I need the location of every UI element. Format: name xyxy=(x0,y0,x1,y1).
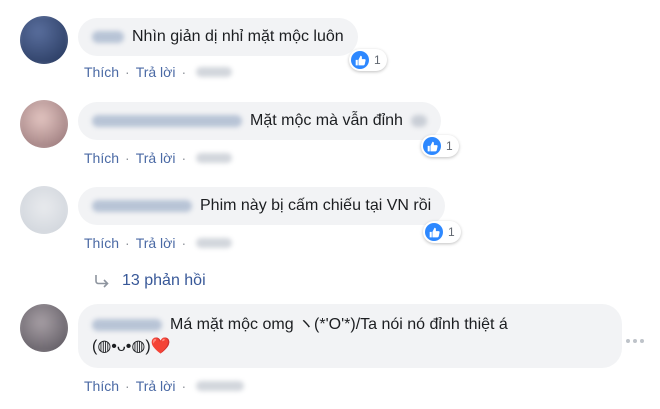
reaction-count-value: 1 xyxy=(446,139,453,153)
comment-bubble: Nhìn giản dị nhỉ mặt mộc luôn xyxy=(78,18,358,56)
timestamp-blurred[interactable] xyxy=(196,238,233,248)
comment-line-2: (◍•ᴗ•◍)❤️ xyxy=(92,336,171,358)
comment-text: Phim này bị cấm chiếu tại VN rồi xyxy=(200,197,432,214)
comment-bubble: Mặt mộc mà vẫn đỉnh xyxy=(78,102,441,140)
like-thumb-icon xyxy=(351,51,369,69)
more-options-icon[interactable] xyxy=(626,334,644,348)
separator-dot: · xyxy=(125,64,130,80)
separator-dot: · xyxy=(181,378,187,394)
avatar[interactable] xyxy=(20,304,68,352)
like-link[interactable]: Thích xyxy=(84,64,119,80)
view-replies-link[interactable]: 13 phản hồi xyxy=(94,272,206,290)
separator-dot: · xyxy=(125,378,130,394)
avatar[interactable] xyxy=(20,16,68,64)
timestamp-blurred[interactable] xyxy=(196,153,233,163)
separator-dot: · xyxy=(181,150,187,166)
author-name-blurred[interactable] xyxy=(92,200,192,212)
comment-emoji-text: (◍•ᴗ•◍)❤️ xyxy=(92,338,171,355)
comment-bubble: Má mặt mộc omg ヽ(*'O'*)/Ta nói nó đỉnh t… xyxy=(78,304,622,368)
comment-text: Nhìn giản dị nhỉ mặt mộc luôn xyxy=(132,28,344,45)
timestamp-blurred[interactable] xyxy=(196,381,245,391)
avatar[interactable] xyxy=(20,186,68,234)
separator-dot: · xyxy=(125,235,130,251)
timestamp-blurred[interactable] xyxy=(196,67,233,77)
comment-text: Mặt mộc mà vẫn đỉnh xyxy=(250,112,403,129)
reply-link[interactable]: Trả lời xyxy=(136,150,176,166)
separator-dot: · xyxy=(181,64,187,80)
like-link[interactable]: Thích xyxy=(84,235,119,251)
reply-arrow-icon xyxy=(94,274,110,288)
author-name-blurred[interactable] xyxy=(92,319,162,331)
separator-dot: · xyxy=(125,150,130,166)
reply-link[interactable]: Trả lời xyxy=(136,378,176,394)
author-name-blurred[interactable] xyxy=(92,31,124,43)
replies-count-label: 13 phản hồi xyxy=(122,272,206,289)
like-thumb-icon xyxy=(425,223,443,241)
like-thumb-icon xyxy=(423,137,441,155)
reaction-count[interactable]: 1 xyxy=(423,221,461,243)
reaction-count-value: 1 xyxy=(448,225,455,239)
reaction-count[interactable]: 1 xyxy=(349,49,387,71)
comment-actions: Thích · Trả lời · xyxy=(84,64,233,80)
reply-link[interactable]: Trả lời xyxy=(136,235,176,251)
emoji-blurred xyxy=(410,115,427,127)
author-name-blurred[interactable] xyxy=(92,115,242,127)
avatar[interactable] xyxy=(20,100,68,148)
reaction-count[interactable]: 1 xyxy=(421,135,459,157)
separator-dot: · xyxy=(181,235,187,251)
comment-actions: Thích · Trả lời · xyxy=(84,378,245,394)
like-link[interactable]: Thích xyxy=(84,378,119,394)
reply-link[interactable]: Trả lời xyxy=(136,64,176,80)
comment-text: Má mặt mộc omg ヽ(*'O'*)/Ta nói nó đỉnh t… xyxy=(170,316,508,333)
comment-line-1: Má mặt mộc omg ヽ(*'O'*)/Ta nói nó đỉnh t… xyxy=(92,314,508,336)
comment-actions: Thích · Trả lời · xyxy=(84,235,233,251)
comment-actions: Thích · Trả lời · xyxy=(84,150,233,166)
like-link[interactable]: Thích xyxy=(84,150,119,166)
reaction-count-value: 1 xyxy=(374,53,381,67)
comment-bubble: Phim này bị cấm chiếu tại VN rồi xyxy=(78,187,446,225)
